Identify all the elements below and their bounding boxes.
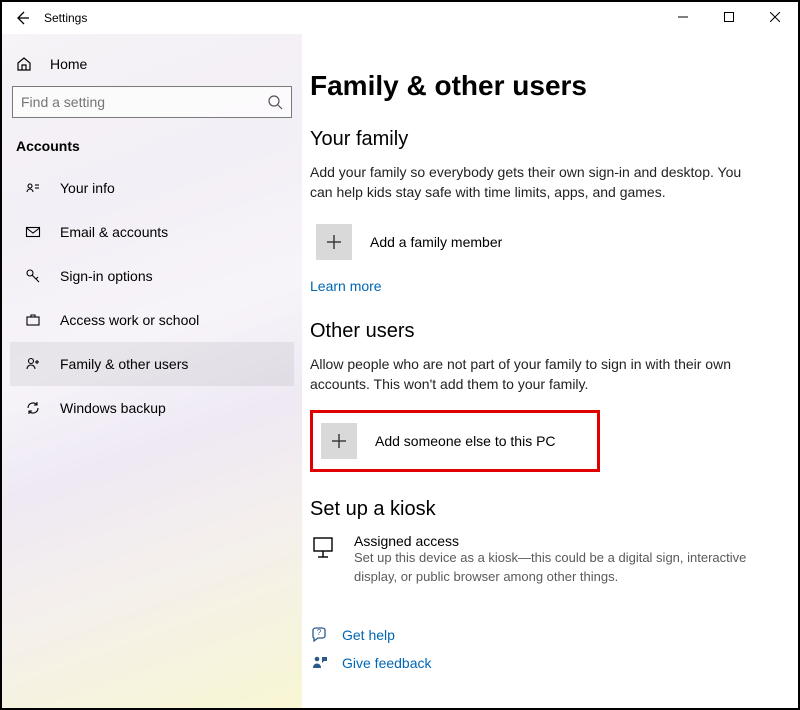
sidebar-item-access-work-school[interactable]: Access work or school [10, 298, 294, 342]
feedback-icon [310, 654, 328, 672]
window-title: Settings [44, 11, 87, 25]
close-button[interactable] [752, 2, 798, 32]
get-help-label: Get help [342, 627, 395, 643]
page-title: Family & other users [310, 70, 770, 102]
sidebar-item-your-info[interactable]: Your info [10, 166, 294, 210]
assigned-access-button[interactable]: Assigned access Set up this device as a … [310, 533, 770, 585]
minimize-button[interactable] [660, 2, 706, 32]
search-input[interactable] [21, 94, 267, 110]
learn-more-link[interactable]: Learn more [310, 278, 382, 294]
add-someone-else-button[interactable]: Add someone else to this PC [321, 423, 589, 459]
home-nav[interactable]: Home [10, 52, 294, 86]
search-box[interactable] [12, 86, 292, 118]
key-icon [24, 268, 42, 284]
section-other-users: Other users [310, 320, 770, 343]
add-family-member-button[interactable]: Add a family member [310, 218, 750, 266]
plus-icon [316, 224, 352, 260]
sidebar-item-email-accounts[interactable]: Email & accounts [10, 210, 294, 254]
maximize-button[interactable] [706, 2, 752, 32]
people-icon [24, 356, 42, 372]
home-label: Home [50, 56, 87, 72]
sidebar-item-family-other-users[interactable]: Family & other users [10, 342, 294, 386]
sidebar-item-label: Sign-in options [60, 268, 153, 284]
other-users-description: Allow people who are not part of your fa… [310, 355, 750, 394]
family-description: Add your family so everybody gets their … [310, 163, 750, 202]
give-feedback-label: Give feedback [342, 655, 432, 671]
highlight-box: Add someone else to this PC [310, 410, 600, 472]
section-your-family: Your family [310, 128, 770, 151]
sidebar-item-label: Windows backup [60, 400, 166, 416]
sidebar-item-label: Access work or school [60, 312, 199, 328]
assigned-access-title: Assigned access [354, 533, 770, 549]
titlebar: Settings [2, 2, 798, 34]
get-help-link[interactable]: ? Get help [310, 626, 770, 644]
briefcase-icon [24, 312, 42, 328]
mail-icon [24, 224, 42, 240]
back-icon[interactable] [14, 10, 30, 26]
add-someone-else-label: Add someone else to this PC [375, 433, 556, 449]
home-icon [16, 56, 32, 72]
kiosk-icon [310, 533, 336, 561]
sidebar-item-label: Your info [60, 180, 115, 196]
give-feedback-link[interactable]: Give feedback [310, 654, 770, 672]
search-icon [267, 94, 283, 110]
sidebar-item-label: Family & other users [60, 356, 188, 372]
person-card-icon [24, 180, 42, 196]
category-label: Accounts [10, 134, 294, 166]
sidebar: Home Accounts Your info Email & accounts [2, 34, 302, 708]
sidebar-item-windows-backup[interactable]: Windows backup [10, 386, 294, 430]
assigned-access-desc: Set up this device as a kiosk—this could… [354, 549, 770, 585]
main-panel: Family & other users Your family Add you… [302, 34, 798, 708]
section-kiosk: Set up a kiosk [310, 498, 770, 521]
sidebar-item-signin-options[interactable]: Sign-in options [10, 254, 294, 298]
sidebar-item-label: Email & accounts [60, 224, 168, 240]
help-icon: ? [310, 626, 328, 644]
sync-icon [24, 400, 42, 416]
svg-text:?: ? [317, 628, 322, 637]
plus-icon [321, 423, 357, 459]
add-family-member-label: Add a family member [370, 234, 502, 250]
